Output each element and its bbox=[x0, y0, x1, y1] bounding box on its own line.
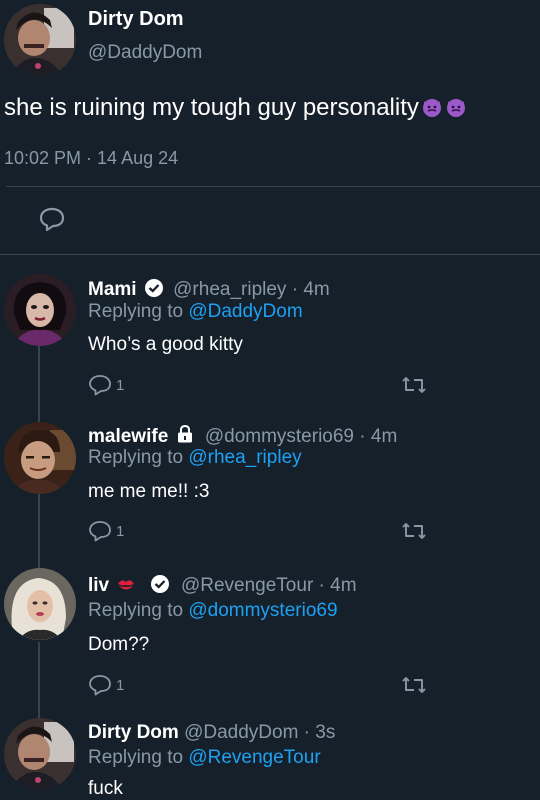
reply-header: malewife @dommysterio69 · 4m bbox=[88, 424, 397, 448]
reply-time[interactable]: 4m bbox=[303, 279, 329, 300]
reply-text: fuck bbox=[88, 778, 123, 799]
author-handle[interactable]: @dommysterio69 bbox=[205, 426, 354, 447]
author-name[interactable]: Mami bbox=[88, 279, 137, 300]
divider bbox=[6, 186, 540, 187]
retweet-button[interactable] bbox=[400, 374, 428, 396]
avatar-image bbox=[4, 422, 76, 494]
reply-time[interactable]: 4m bbox=[371, 426, 397, 447]
reply-count: 1 bbox=[116, 676, 125, 694]
avatar-image bbox=[4, 4, 76, 76]
replying-prefix: Replying to bbox=[88, 747, 184, 768]
author-handle[interactable]: @RevengeTour bbox=[181, 575, 313, 596]
divider bbox=[0, 254, 540, 255]
author-handle[interactable]: @DaddyDom bbox=[184, 722, 298, 743]
reply-time[interactable]: 4m bbox=[330, 575, 356, 596]
separator-dot: · bbox=[354, 426, 371, 447]
author-name[interactable]: Dirty Dom bbox=[88, 8, 184, 31]
reply-header: Dirty Dom @DaddyDom · 3s bbox=[88, 722, 335, 744]
avatar-image bbox=[4, 274, 76, 346]
reply-count: 1 bbox=[116, 522, 125, 540]
replying-prefix: Replying to bbox=[88, 600, 184, 621]
retweet-button[interactable] bbox=[400, 520, 428, 542]
retweet-icon bbox=[402, 523, 426, 539]
replying-prefix: Replying to bbox=[88, 301, 184, 322]
separator-dot: · bbox=[286, 279, 304, 300]
verified-icon bbox=[150, 574, 170, 594]
avatar[interactable] bbox=[4, 274, 76, 346]
reply-header: Mami @rhea_ripley · 4m bbox=[88, 278, 330, 301]
replying-prefix: Replying to bbox=[88, 447, 184, 468]
replying-to: Replying to @dommysterio69 bbox=[88, 600, 338, 622]
mention-link[interactable]: @RevengeTour bbox=[188, 747, 320, 768]
avatar[interactable] bbox=[4, 4, 76, 76]
avatar-image bbox=[4, 568, 76, 640]
reply-button[interactable]: 1 bbox=[88, 374, 124, 396]
tweet-timestamp[interactable]: 10:02 PM · 14 Aug 24 bbox=[4, 148, 178, 169]
kiss-mark-icon bbox=[116, 577, 136, 593]
reply-icon bbox=[89, 521, 111, 542]
retweet-button[interactable] bbox=[400, 674, 428, 696]
avatar[interactable] bbox=[4, 422, 76, 494]
reply-icon bbox=[89, 675, 111, 696]
reply-icon bbox=[89, 375, 111, 396]
mention-link[interactable]: @DaddyDom bbox=[188, 301, 302, 322]
tweet-text-content: she is ruining my tough guy personality bbox=[4, 94, 419, 121]
reply-header: liv @RevengeTour · 4m bbox=[88, 574, 357, 597]
verified-icon bbox=[144, 278, 164, 298]
reply-time[interactable]: 3s bbox=[315, 722, 335, 743]
reply-text: Dom?? bbox=[88, 634, 150, 655]
separator-dot: · bbox=[313, 575, 331, 596]
tweet-text: she is ruining my tough guy personality bbox=[4, 94, 467, 122]
avatar[interactable] bbox=[4, 718, 76, 790]
retweet-icon bbox=[402, 677, 426, 693]
avatar-image bbox=[4, 718, 76, 790]
mention-link[interactable]: @rhea_ripley bbox=[188, 447, 301, 468]
devil-face-icon bbox=[421, 96, 443, 118]
reply-count: 1 bbox=[116, 376, 125, 394]
reply-button[interactable]: 1 bbox=[88, 674, 124, 696]
replying-to: Replying to @rhea_ripley bbox=[88, 447, 302, 469]
retweet-icon bbox=[402, 377, 426, 393]
thread-line bbox=[38, 346, 40, 422]
reply-text: Who’s a good kitty bbox=[88, 334, 243, 355]
separator-dot: · bbox=[298, 722, 316, 743]
author-handle[interactable]: @DaddyDom bbox=[88, 42, 202, 64]
thread-line bbox=[38, 642, 40, 718]
thread-line bbox=[38, 494, 40, 568]
reply-text: me me me!! :3 bbox=[88, 481, 210, 502]
author-name[interactable]: liv bbox=[88, 575, 109, 596]
reply-icon[interactable] bbox=[38, 206, 66, 232]
avatar[interactable] bbox=[4, 568, 76, 640]
reply-button[interactable]: 1 bbox=[88, 520, 124, 542]
replying-to: Replying to @RevengeTour bbox=[88, 747, 321, 769]
lock-icon bbox=[176, 424, 194, 444]
author-name[interactable]: Dirty Dom bbox=[88, 722, 179, 743]
devil-face-icon bbox=[445, 96, 467, 118]
author-name[interactable]: malewife bbox=[88, 426, 168, 447]
author-handle[interactable]: @rhea_ripley bbox=[173, 279, 286, 300]
replying-to: Replying to @DaddyDom bbox=[88, 301, 303, 323]
mention-link[interactable]: @dommysterio69 bbox=[188, 600, 337, 621]
